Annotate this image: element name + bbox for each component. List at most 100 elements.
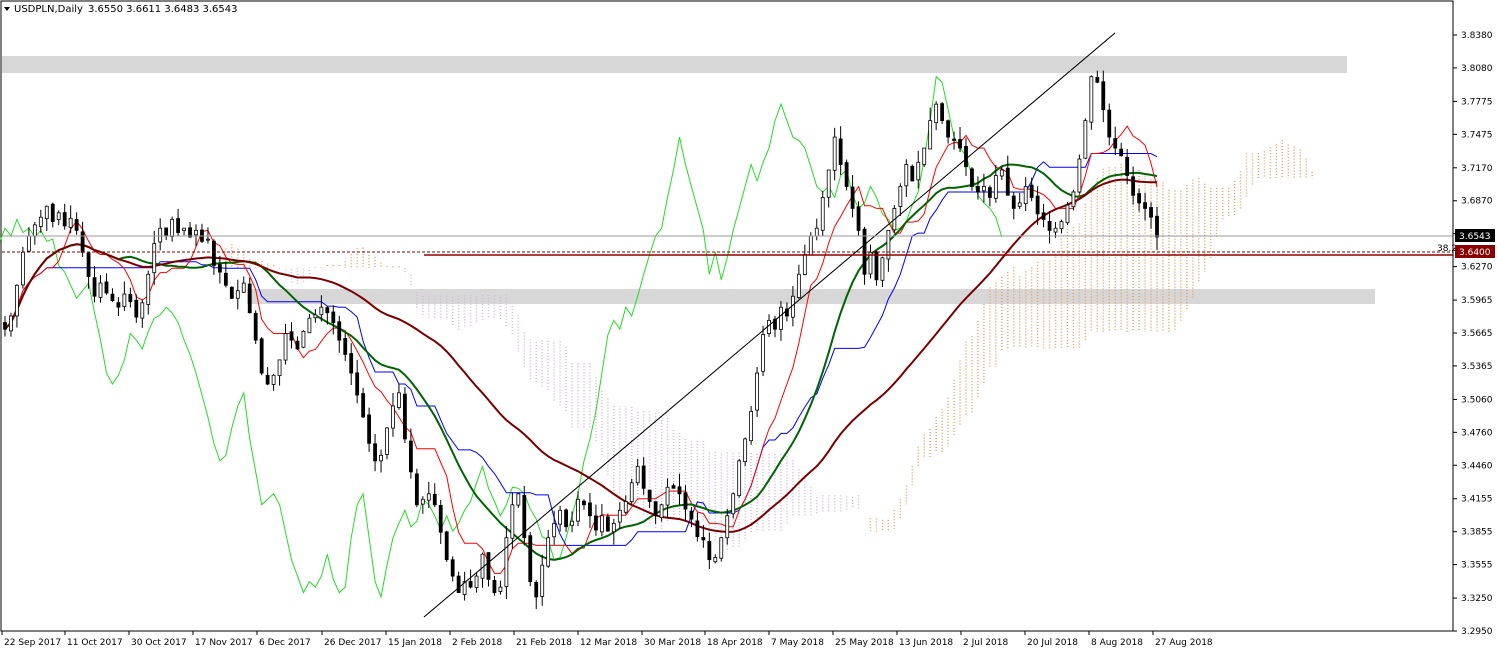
candle-body xyxy=(1137,193,1141,204)
candle-body xyxy=(761,334,765,372)
y-tick-label: 3.6270 xyxy=(1461,263,1493,273)
candle-body xyxy=(582,500,586,506)
candle[interactable] xyxy=(1077,154,1082,194)
candle-body xyxy=(367,414,372,444)
candle[interactable] xyxy=(910,164,915,182)
candle-body xyxy=(235,290,240,299)
candle[interactable] xyxy=(743,437,748,466)
y-tick-label: 3.3855 xyxy=(1461,528,1493,538)
candle-body xyxy=(307,317,312,334)
candle[interactable] xyxy=(629,478,634,505)
ohlc-values: 3.6550 3.6611 3.6483 3.6543 xyxy=(88,4,238,15)
candle-body xyxy=(934,103,939,124)
candle[interactable] xyxy=(301,330,306,349)
candle-body xyxy=(170,218,175,237)
candle[interactable] xyxy=(922,147,927,167)
candle-body xyxy=(223,272,228,286)
candle-body xyxy=(385,427,389,455)
candle-body xyxy=(1077,158,1082,193)
candle-body xyxy=(564,509,568,528)
candle[interactable] xyxy=(737,458,742,498)
candle-body xyxy=(976,186,980,193)
candle-body xyxy=(552,523,557,538)
candle[interactable] xyxy=(1065,201,1070,225)
candle[interactable] xyxy=(414,468,419,508)
candle-body xyxy=(570,520,574,526)
candle-body xyxy=(474,575,479,588)
candle-body xyxy=(1029,184,1034,198)
y-tick-label: 3.7775 xyxy=(1461,97,1493,107)
x-tick-label: 11 Oct 2017 xyxy=(67,638,123,648)
candle-body xyxy=(212,240,216,266)
candle-body xyxy=(44,205,49,220)
candle[interactable] xyxy=(844,159,849,191)
candle-body xyxy=(504,537,509,587)
candle[interactable] xyxy=(385,427,389,460)
candle-body xyxy=(588,502,592,517)
candle[interactable] xyxy=(528,532,533,587)
candle-body xyxy=(1089,76,1094,123)
candle-body xyxy=(9,315,13,332)
candle-body xyxy=(1131,176,1136,196)
candle-body xyxy=(922,147,927,165)
candle[interactable] xyxy=(1089,75,1094,130)
candle-body xyxy=(110,293,115,302)
candle[interactable] xyxy=(259,337,264,376)
candle-body xyxy=(707,541,712,561)
candle-body xyxy=(116,302,121,308)
candle-body xyxy=(217,264,222,273)
upper-resistance-zone[interactable] xyxy=(2,56,1347,73)
candle[interactable] xyxy=(444,530,449,562)
candle[interactable] xyxy=(229,286,234,299)
y-tick-label: 3.3250 xyxy=(1461,594,1493,604)
candle-body xyxy=(856,206,861,231)
candle[interactable] xyxy=(719,536,724,562)
candle[interactable] xyxy=(21,246,25,289)
candle-body xyxy=(62,212,67,227)
candle-body xyxy=(349,353,354,374)
candle-body xyxy=(164,227,169,237)
candle-body xyxy=(68,217,73,228)
candle[interactable] xyxy=(820,190,825,237)
candle-body xyxy=(265,374,270,385)
candle-body xyxy=(1041,212,1046,220)
candle-body xyxy=(838,138,843,165)
current-price-label: 3.6543 xyxy=(1459,232,1491,242)
candle-body xyxy=(576,498,580,522)
candle-body xyxy=(796,273,801,298)
candle[interactable] xyxy=(749,406,754,445)
candle-body xyxy=(665,486,670,506)
candle-body xyxy=(617,509,622,523)
candle-body xyxy=(414,473,419,506)
candle-body xyxy=(403,393,407,440)
candle[interactable] xyxy=(755,367,759,417)
candle-body xyxy=(1143,202,1147,209)
candle-body xyxy=(1065,204,1070,224)
level-price-label: 3.6400 xyxy=(1459,248,1491,258)
candle[interactable] xyxy=(1083,118,1088,160)
candle-body xyxy=(194,229,198,236)
candle-body xyxy=(641,465,646,489)
candle-body xyxy=(1035,195,1040,215)
x-axis-ticks: 22 Sep 2017 11 Oct 2017 30 Oct 2017 17 Nov … xyxy=(1,631,1213,648)
candle-body xyxy=(80,231,85,253)
candle-body xyxy=(671,485,676,489)
candle[interactable] xyxy=(856,201,861,236)
candle[interactable] xyxy=(940,102,945,124)
candle-body xyxy=(844,162,849,187)
candle-body xyxy=(647,489,652,502)
candle-body xyxy=(361,393,366,418)
candle-body xyxy=(343,338,348,355)
candle-body xyxy=(86,252,91,277)
candle-body xyxy=(98,282,103,298)
candle-body xyxy=(1083,120,1088,159)
x-tick-label: 25 May 2018 xyxy=(835,638,894,648)
candle-body xyxy=(176,218,180,233)
candle-body xyxy=(38,216,43,227)
candle[interactable] xyxy=(253,310,258,345)
candle[interactable] xyxy=(403,387,407,444)
candle-body xyxy=(492,579,497,593)
candle-body xyxy=(247,283,252,314)
candle-body xyxy=(373,443,377,462)
y-tick-label: 3.5665 xyxy=(1461,329,1493,339)
